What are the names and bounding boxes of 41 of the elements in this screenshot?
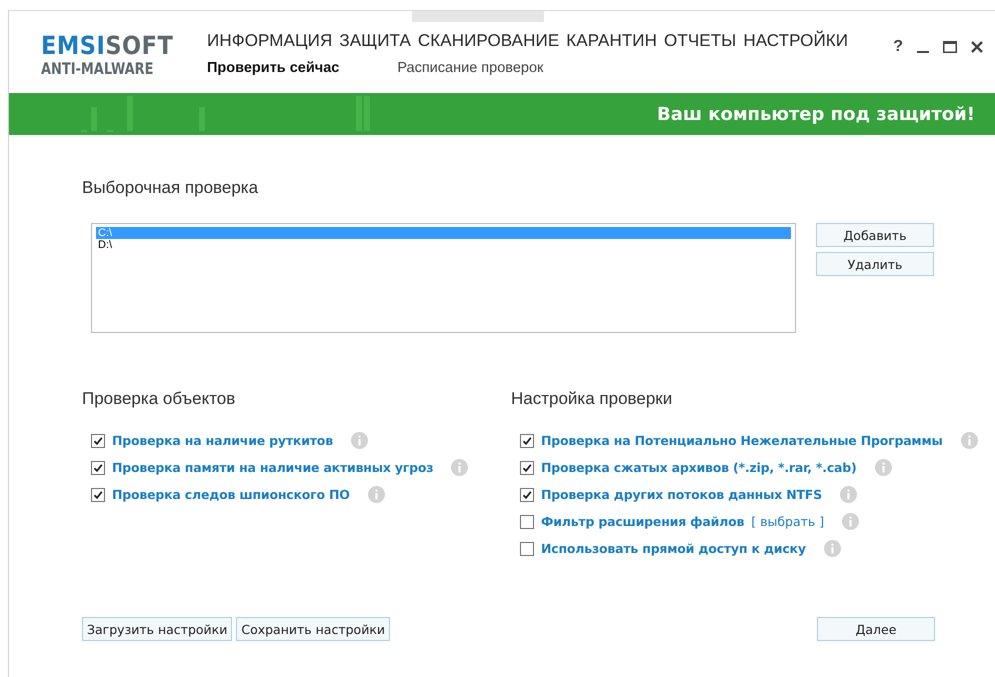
menu-item[interactable]: ОТЧЕТЫ: [664, 31, 736, 51]
section-title: Настройка проверки: [511, 389, 674, 409]
logo-text: SOFT: [105, 33, 174, 59]
checkbox[interactable]: [520, 434, 534, 448]
checkbox[interactable]: [520, 460, 534, 474]
logo-text: EMSI: [41, 33, 106, 59]
section-title: Выборочная проверка: [82, 178, 260, 198]
menu-item[interactable]: ИНФОРМАЦИЯ: [207, 31, 332, 51]
settings-button[interactable]: Сохранить настройки: [236, 617, 390, 641]
status-message: Ваш компьютер под защитой!: [657, 104, 976, 124]
checkbox[interactable]: [520, 514, 534, 528]
option-label[interactable]: Проверка памяти на наличие активных угроз: [112, 460, 434, 475]
select-link[interactable]: [ выбрать ]: [751, 514, 824, 529]
section-title: Проверка объектов: [82, 389, 236, 409]
menu-item[interactable]: СКАНИРОВАНИЕ: [418, 31, 560, 51]
list-action-button[interactable]: Удалить: [816, 252, 934, 276]
option-label[interactable]: Использовать прямой доступ к диску: [541, 541, 806, 556]
option-label[interactable]: Проверка на Потенциально Нежелательные Программы: [541, 433, 943, 448]
menu-item[interactable]: НАСТРОЙКИ: [743, 31, 848, 51]
menu-item[interactable]: ЗАЩИТА: [339, 31, 411, 51]
checkbox[interactable]: [91, 434, 105, 448]
maximize-icon[interactable]: [943, 41, 957, 53]
option-label[interactable]: Проверка сжатых архивов (*.zip, *.rar, *.cab): [541, 460, 857, 475]
logo-subtitle: ANTI-MALWARE: [41, 59, 154, 79]
drive-item[interactable]: D:\: [96, 239, 791, 251]
sub-tab[interactable]: Проверить сейчас: [207, 60, 340, 76]
help-button[interactable]: ?: [893, 38, 903, 56]
settings-button[interactable]: Загрузить настройки: [82, 617, 232, 641]
sub-tab[interactable]: Расписание проверок: [397, 60, 544, 76]
option-label[interactable]: Проверка на наличие руткитов: [112, 433, 333, 448]
option-label[interactable]: Проверка других потоков данных NTFS: [541, 487, 822, 502]
next-button[interactable]: Далее: [817, 617, 935, 641]
checkbox[interactable]: [91, 460, 105, 474]
list-action-button[interactable]: Добавить: [816, 223, 934, 247]
close-icon[interactable]: [971, 41, 983, 53]
checkbox[interactable]: [520, 488, 534, 502]
checkbox[interactable]: [520, 542, 534, 556]
menu-item[interactable]: КАРАНТИН: [566, 31, 658, 51]
checkbox[interactable]: [91, 488, 105, 502]
option-label[interactable]: Фильтр расширения файлов: [541, 514, 744, 529]
option-label[interactable]: Проверка следов шпионского ПО: [112, 487, 350, 502]
